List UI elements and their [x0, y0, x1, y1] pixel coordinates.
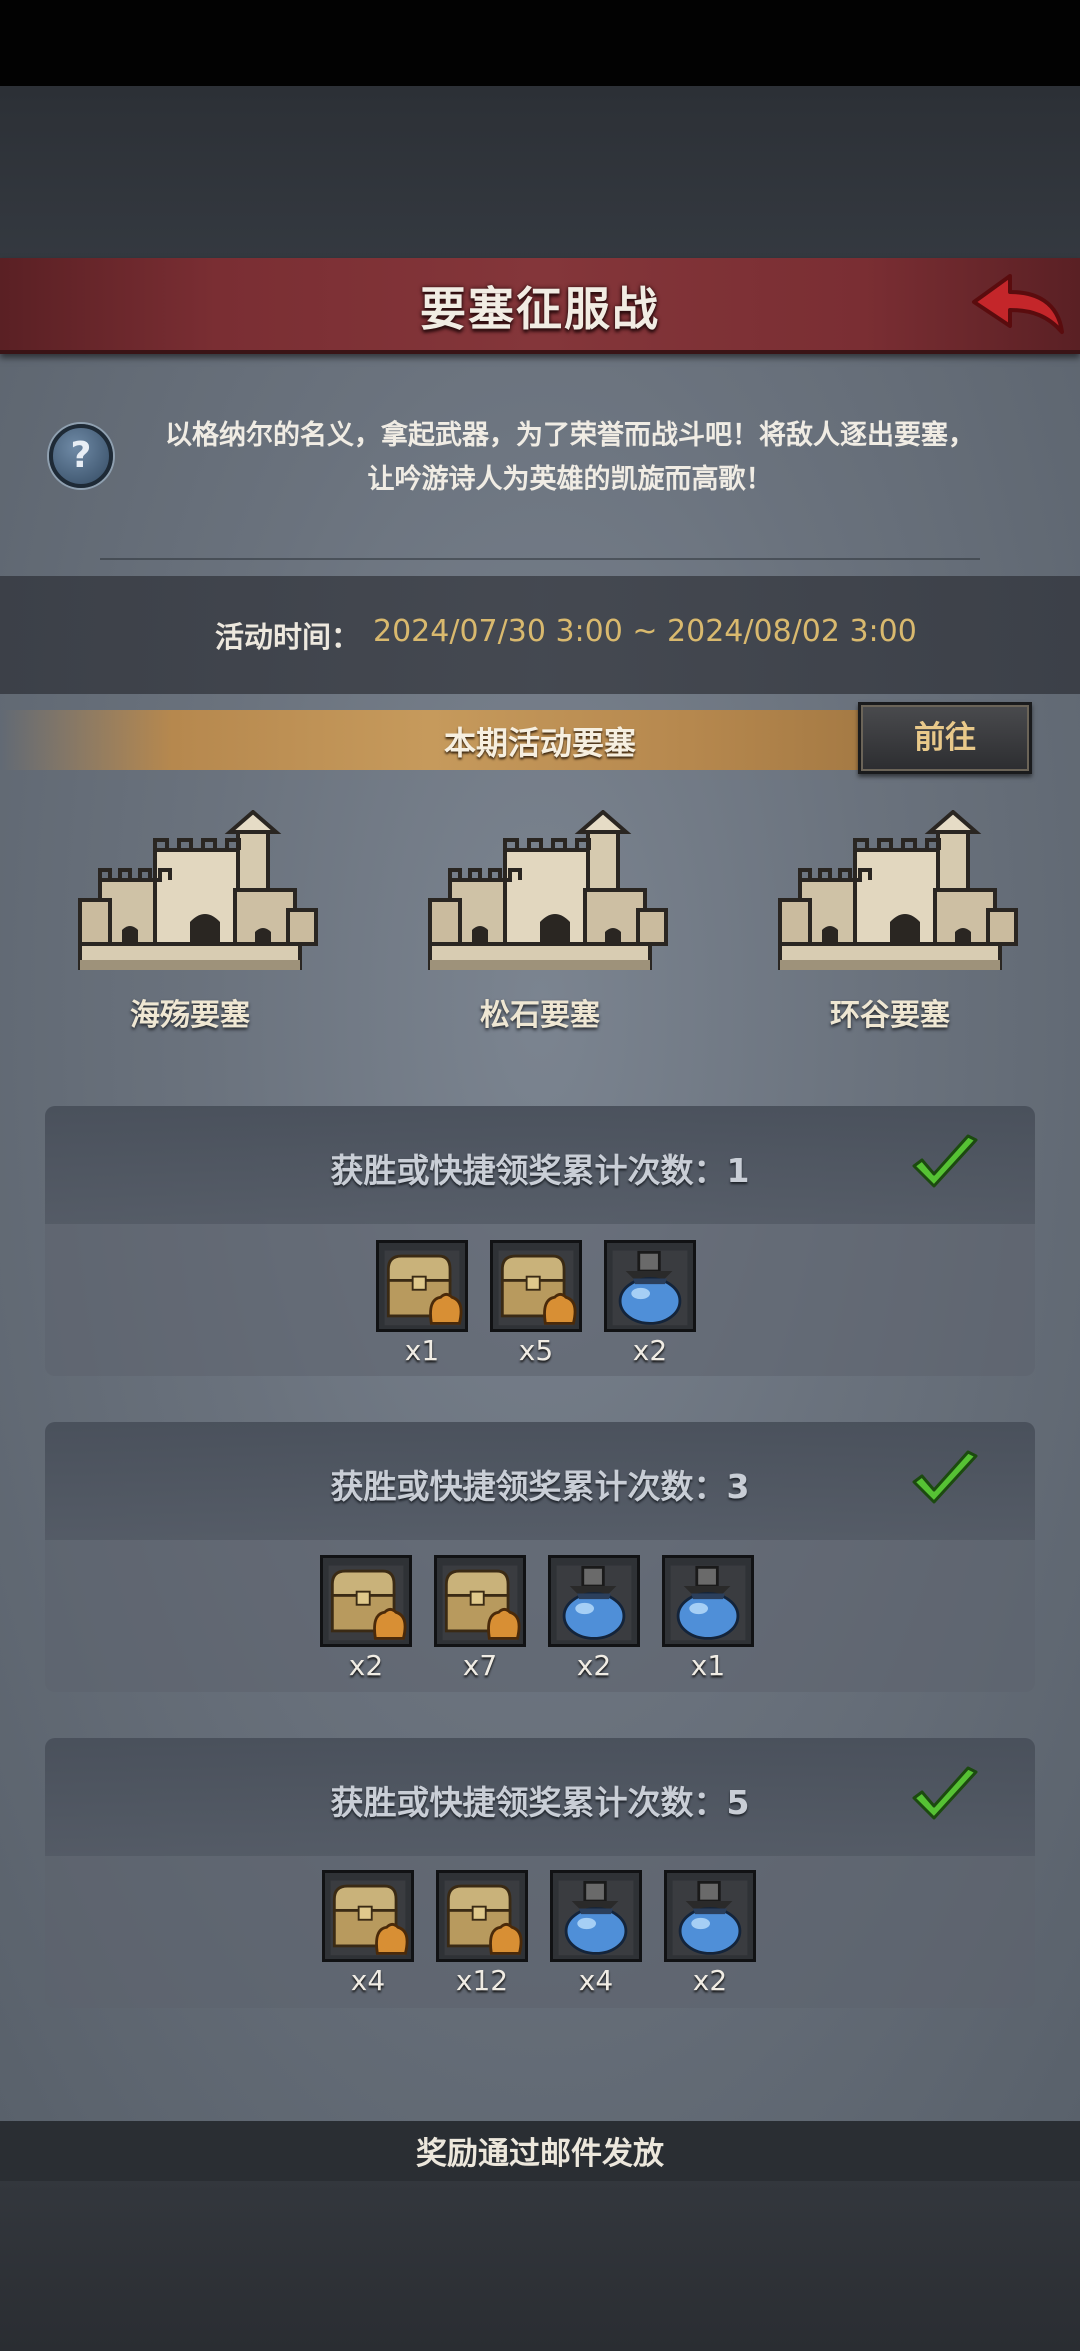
check-icon: [912, 1450, 978, 1504]
bottom-background: [0, 2181, 1080, 2351]
fortress-image[interactable]: [410, 810, 670, 990]
treasure-chest-icon: [497, 1249, 577, 1327]
blue-potion-icon: [671, 1879, 749, 1957]
blue-potion-icon: [669, 1564, 747, 1642]
status-bar: [0, 0, 1080, 86]
reward-item[interactable]: [376, 1240, 468, 1332]
blue-potion-icon: [611, 1249, 689, 1327]
reward-item[interactable]: [662, 1555, 754, 1647]
reward-item[interactable]: [320, 1555, 412, 1647]
page-title: 要塞征服战: [420, 282, 660, 336]
fortress-name: 松石要塞: [480, 998, 600, 1033]
treasure-chest-icon: [441, 1564, 521, 1642]
fortress-image[interactable]: [760, 810, 1020, 990]
back-arrow-icon: [972, 274, 1064, 334]
reward-item[interactable]: [550, 1870, 642, 1962]
reward-quantity: x2: [632, 1334, 668, 1367]
reward-quantity: x5: [518, 1334, 554, 1367]
treasure-chest-icon: [443, 1879, 523, 1957]
reward-item[interactable]: [490, 1240, 582, 1332]
fortress-name: 海殇要塞: [130, 998, 250, 1033]
description-line-1: 以格纳尔的名义，拿起武器，为了荣誉而战斗吧！将敌人逐出要塞，: [165, 420, 975, 451]
description-line-2: 让吟游诗人为英雄的凯旋而高歌！: [367, 464, 773, 495]
treasure-chest-icon: [329, 1879, 409, 1957]
reward-item[interactable]: [664, 1870, 756, 1962]
milestone-title: 获胜或快捷领奖累计次数：5: [330, 1783, 750, 1822]
event-time-value: 2024/07/30 3:00 ~ 2024/08/02 3:00: [373, 614, 917, 649]
reward-item[interactable]: [322, 1870, 414, 1962]
event-description: 以格纳尔的名义，拿起武器，为了荣誉而战斗吧！将敌人逐出要塞， 让吟游诗人为英雄的…: [120, 414, 1020, 502]
goto-button[interactable]: 前往: [858, 702, 1032, 774]
treasure-chest-icon: [327, 1564, 407, 1642]
milestone-title: 获胜或快捷领奖累计次数：3: [330, 1467, 750, 1506]
milestone-title: 获胜或快捷领奖累计次数：1: [330, 1151, 750, 1190]
fortress-image[interactable]: [60, 810, 320, 990]
check-icon: [912, 1766, 978, 1820]
reward-quantity: x2: [348, 1649, 384, 1682]
reward-item[interactable]: [436, 1870, 528, 1962]
reward-quantity: x4: [350, 1964, 386, 1997]
reward-item[interactable]: [548, 1555, 640, 1647]
reward-quantity: x7: [462, 1649, 498, 1682]
divider: [100, 558, 980, 560]
event-time-label: 活动时间：: [215, 620, 361, 654]
reward-quantity: x12: [455, 1964, 509, 1997]
reward-item[interactable]: [604, 1240, 696, 1332]
reward-quantity: x1: [404, 1334, 440, 1367]
treasure-chest-icon: [383, 1249, 463, 1327]
check-icon: [912, 1134, 978, 1188]
reward-quantity: x1: [690, 1649, 726, 1682]
top-background: [0, 86, 1080, 261]
reward-quantity: x2: [692, 1964, 728, 1997]
reward-quantity: x4: [578, 1964, 614, 1997]
blue-potion-icon: [555, 1564, 633, 1642]
fortress-name: 环谷要塞: [830, 998, 950, 1033]
back-button[interactable]: [966, 262, 1070, 342]
footer-note: 奖励通过邮件发放: [416, 2136, 664, 2172]
reward-quantity: x2: [576, 1649, 612, 1682]
reward-item[interactable]: [434, 1555, 526, 1647]
blue-potion-icon: [557, 1879, 635, 1957]
question-icon[interactable]: ?: [49, 424, 113, 488]
